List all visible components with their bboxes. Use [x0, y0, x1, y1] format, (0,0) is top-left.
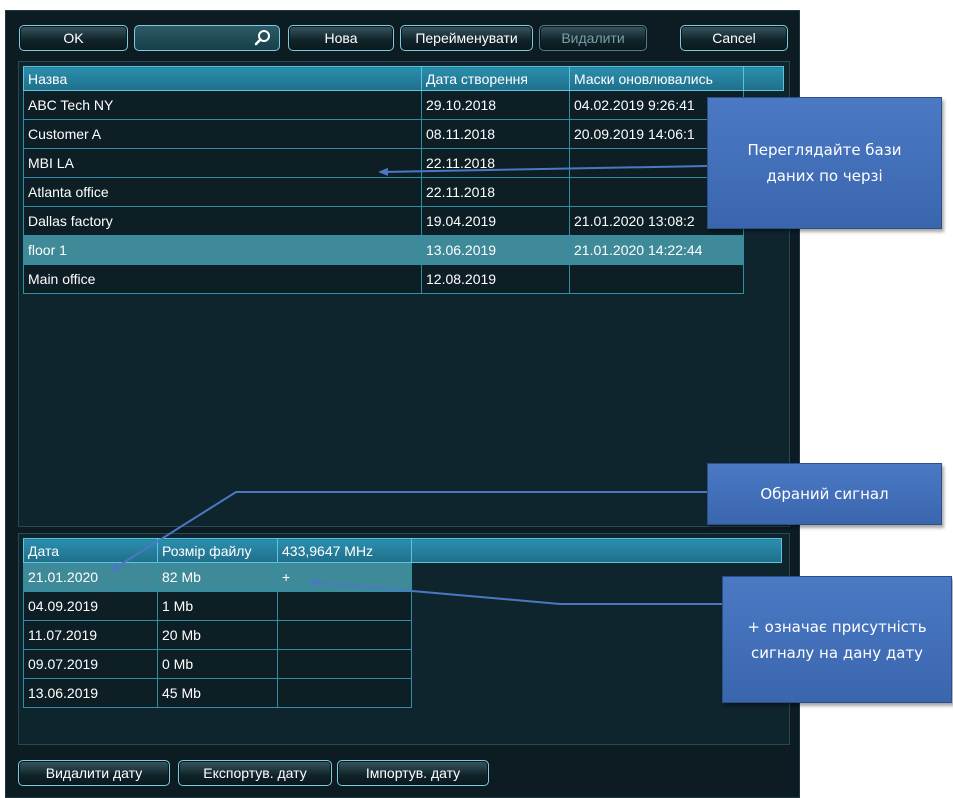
- signals-panel: Дата Розмір файлу 433,9647 MHz 21.01.202…: [18, 533, 790, 745]
- cell-name: floor 1: [23, 235, 422, 265]
- cell-name: Main office: [23, 264, 422, 294]
- cell-date: 21.01.2020: [23, 562, 158, 592]
- table-row[interactable]: 09.07.2019 0 Mb: [23, 649, 782, 679]
- new-button[interactable]: Нова: [288, 25, 394, 51]
- table-row[interactable]: 13.06.2019 45 Mb: [23, 678, 782, 708]
- cell-frequency: [277, 649, 412, 679]
- table-row[interactable]: 04.09.2019 1 Mb: [23, 591, 782, 621]
- cell-date: 09.07.2019: [23, 649, 158, 679]
- databases-header: Назва Дата створення Маски оновлювались: [23, 66, 784, 91]
- table-row[interactable]: Main office 12.08.2019: [23, 264, 784, 294]
- export-date-button[interactable]: Експортув. дату: [178, 760, 332, 786]
- cell-name: MBI LA: [23, 148, 422, 178]
- cell-masks: 21.01.2020 14:22:44: [569, 235, 744, 265]
- cell-name: Dallas factory: [23, 206, 422, 236]
- callout-plus-meaning-text: + означає присутність сигналу на дану да…: [747, 617, 927, 662]
- cell-size: 82 Mb: [157, 562, 278, 592]
- table-row[interactable]: Atlanta office 22.11.2018: [23, 177, 784, 207]
- cell-created: 12.08.2019: [421, 264, 570, 294]
- signals-header: Дата Розмір файлу 433,9647 MHz: [23, 538, 782, 563]
- table-row[interactable]: ABC Tech NY 29.10.2018 04.02.2019 9:26:4…: [23, 90, 784, 120]
- delete-date-button[interactable]: Видалити дату: [18, 760, 170, 786]
- cell-size: 1 Mb: [157, 591, 278, 621]
- column-header-name[interactable]: Назва: [23, 66, 422, 91]
- cell-masks: [569, 264, 744, 294]
- table-row-selected[interactable]: floor 1 13.06.2019 21.01.2020 14:22:44: [23, 235, 784, 265]
- cell-name: ABC Tech NY: [23, 90, 422, 120]
- callout-browse-text: Переглядайте бази даних по черзі: [747, 141, 902, 185]
- import-date-button[interactable]: Імпортув. дату: [337, 760, 489, 786]
- callout-selected-signal: Обраний сигнал: [707, 463, 942, 525]
- rename-button[interactable]: Перейменувати: [400, 25, 533, 51]
- cell-frequency: [277, 620, 412, 650]
- cell-name: Atlanta office: [23, 177, 422, 207]
- cell-date: 11.07.2019: [23, 620, 158, 650]
- callout-plus-meaning: + означає присутність сигналу на дану да…: [722, 576, 952, 703]
- column-header-extra[interactable]: [743, 66, 784, 91]
- cell-name: Customer A: [23, 119, 422, 149]
- column-header-extra[interactable]: [411, 538, 782, 563]
- column-header-date[interactable]: Дата: [23, 538, 158, 563]
- cell-created: 19.04.2019: [421, 206, 570, 236]
- cell-created: 22.11.2018: [421, 177, 570, 207]
- delete-button[interactable]: Видалити: [539, 25, 647, 51]
- table-row[interactable]: 11.07.2019 20 Mb: [23, 620, 782, 650]
- databases-panel: Назва Дата створення Маски оновлювались …: [18, 61, 790, 527]
- cell-size: 20 Mb: [157, 620, 278, 650]
- cancel-button[interactable]: Cancel: [680, 25, 788, 51]
- table-row[interactable]: Dallas factory 19.04.2019 21.01.2020 13:…: [23, 206, 784, 236]
- search-input[interactable]: [134, 25, 280, 51]
- cell-created: 13.06.2019: [421, 235, 570, 265]
- column-header-created[interactable]: Дата створення: [421, 66, 570, 91]
- cell-frequency: +: [277, 562, 412, 592]
- column-header-frequency[interactable]: 433,9647 MHz: [277, 538, 412, 563]
- table-row-selected[interactable]: 21.01.2020 82 Mb +: [23, 562, 782, 592]
- cell-size: 0 Mb: [157, 649, 278, 679]
- databases-table: Назва Дата створення Маски оновлювались …: [23, 66, 784, 294]
- cell-created: 22.11.2018: [421, 148, 570, 178]
- cell-created: 29.10.2018: [421, 90, 570, 120]
- cell-size: 45 Mb: [157, 678, 278, 708]
- table-row[interactable]: Customer A 08.11.2018 20.09.2019 14:06:1: [23, 119, 784, 149]
- signals-table: Дата Розмір файлу 433,9647 MHz 21.01.202…: [23, 538, 782, 708]
- cell-created: 08.11.2018: [421, 119, 570, 149]
- column-header-size[interactable]: Розмір файлу: [157, 538, 278, 563]
- callout-selected-signal-text: Обраний сигнал: [760, 485, 889, 503]
- cell-date: 04.09.2019: [23, 591, 158, 621]
- cell-date: 13.06.2019: [23, 678, 158, 708]
- cell-frequency: [277, 591, 412, 621]
- table-row[interactable]: MBI LA 22.11.2018: [23, 148, 784, 178]
- cell-frequency: [277, 678, 412, 708]
- database-window: OK Нова Перейменувати Видалити Cancel На…: [5, 10, 800, 798]
- callout-browse-databases: Переглядайте бази даних по черзі: [707, 97, 942, 229]
- column-header-masks[interactable]: Маски оновлювались: [569, 66, 744, 91]
- ok-button[interactable]: OK: [19, 25, 128, 51]
- search-icon[interactable]: [253, 29, 273, 47]
